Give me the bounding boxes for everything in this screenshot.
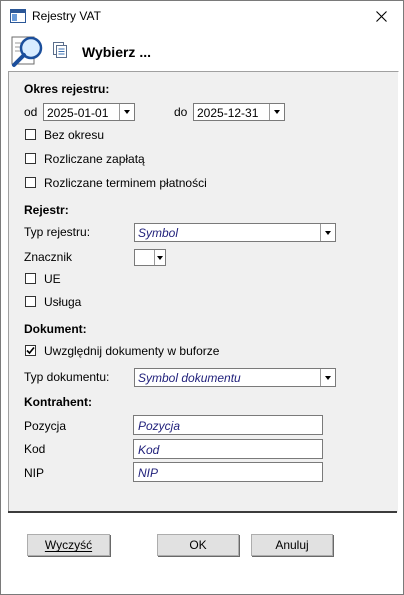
window-title: Rejestry VAT — [32, 9, 101, 23]
do-label: do — [174, 105, 188, 119]
section-kontrahent: Kontrahent: — [24, 395, 92, 409]
pozycja-placeholder: Pozycja — [138, 419, 181, 433]
typ-dokumentu-dropdown-icon[interactable] — [320, 369, 335, 386]
section-okres-rejestru: Okres rejestru: — [24, 82, 110, 96]
kod-placeholder: Kod — [138, 443, 160, 457]
title-bar: Rejestry VAT — [1, 1, 403, 31]
panel-bottom-divider — [8, 511, 397, 513]
ue-label: UE — [44, 272, 61, 286]
typ-dokumentu-select[interactable]: Symbol dokumentu — [134, 368, 336, 387]
rozliczane-zaplata-checkbox[interactable] — [25, 153, 36, 164]
anuluj-button-label: Anuluj — [275, 538, 309, 552]
pozycja-input[interactable]: Pozycja — [133, 415, 323, 435]
checkmark-icon — [26, 346, 35, 355]
od-date-value: 2025-01-01 — [47, 106, 109, 120]
nip-input[interactable]: NIP — [133, 462, 323, 482]
znacznik-label: Znacznik — [24, 250, 73, 264]
app-icon — [10, 9, 26, 23]
typ-rejestru-label: Typ rejestru: — [24, 225, 91, 239]
typ-dokumentu-value: Symbol dokumentu — [138, 371, 241, 385]
ue-checkbox[interactable] — [25, 273, 36, 284]
header-title: Wybierz ... — [82, 44, 151, 60]
pozycja-label: Pozycja — [24, 419, 67, 433]
bez-okresu-checkbox[interactable] — [25, 129, 36, 140]
kod-label: Kod — [24, 442, 46, 456]
close-button[interactable] — [359, 1, 403, 31]
do-date-dropdown-icon[interactable] — [269, 104, 284, 120]
od-date-dropdown-icon[interactable] — [119, 104, 134, 120]
typ-rejestru-value: Symbol — [138, 226, 179, 240]
typ-dokumentu-label: Typ dokumentu: — [24, 370, 110, 384]
document-icon — [53, 42, 67, 58]
rozliczane-terminem-label: Rozliczane terminem płatności — [44, 176, 207, 190]
wyczysc-button-label: Wyczyść — [44, 538, 93, 552]
ok-button[interactable]: OK — [157, 534, 239, 556]
usluga-checkbox[interactable] — [25, 296, 36, 307]
section-rejestr: Rejestr: — [24, 203, 69, 217]
kod-input[interactable]: Kod — [133, 439, 323, 459]
dialog-window: Rejestry VAT Wybierz ... Okres rejestru:… — [0, 0, 404, 595]
rozliczane-zaplata-label: Rozliczane zapłatą — [44, 152, 145, 166]
section-dokument: Dokument: — [24, 322, 87, 336]
anuluj-button[interactable]: Anuluj — [251, 534, 333, 556]
do-date-picker[interactable]: 2025-12-31 — [193, 103, 285, 121]
typ-rejestru-select[interactable]: Symbol — [134, 223, 336, 242]
do-date-value: 2025-12-31 — [197, 106, 259, 120]
nip-label: NIP — [24, 466, 45, 480]
znacznik-dropdown-icon[interactable] — [154, 250, 165, 265]
znacznik-select[interactable] — [134, 249, 166, 266]
od-date-picker[interactable]: 2025-01-01 — [43, 103, 135, 121]
ok-button-label: OK — [189, 538, 207, 552]
rozliczane-terminem-checkbox[interactable] — [25, 177, 36, 188]
search-icon — [11, 36, 43, 67]
typ-rejestru-dropdown-icon[interactable] — [320, 224, 335, 241]
nip-placeholder: NIP — [138, 466, 159, 480]
bez-okresu-label: Bez okresu — [44, 128, 105, 142]
close-icon — [375, 10, 387, 22]
usluga-label: Usługa — [44, 295, 82, 309]
od-label: od — [24, 105, 38, 119]
uwzglednij-bufor-checkbox[interactable] — [25, 345, 36, 356]
uwzglednij-bufor-label: Uwzględnij dokumenty w buforze — [44, 344, 220, 358]
wyczysc-button[interactable]: Wyczyść — [27, 534, 110, 556]
